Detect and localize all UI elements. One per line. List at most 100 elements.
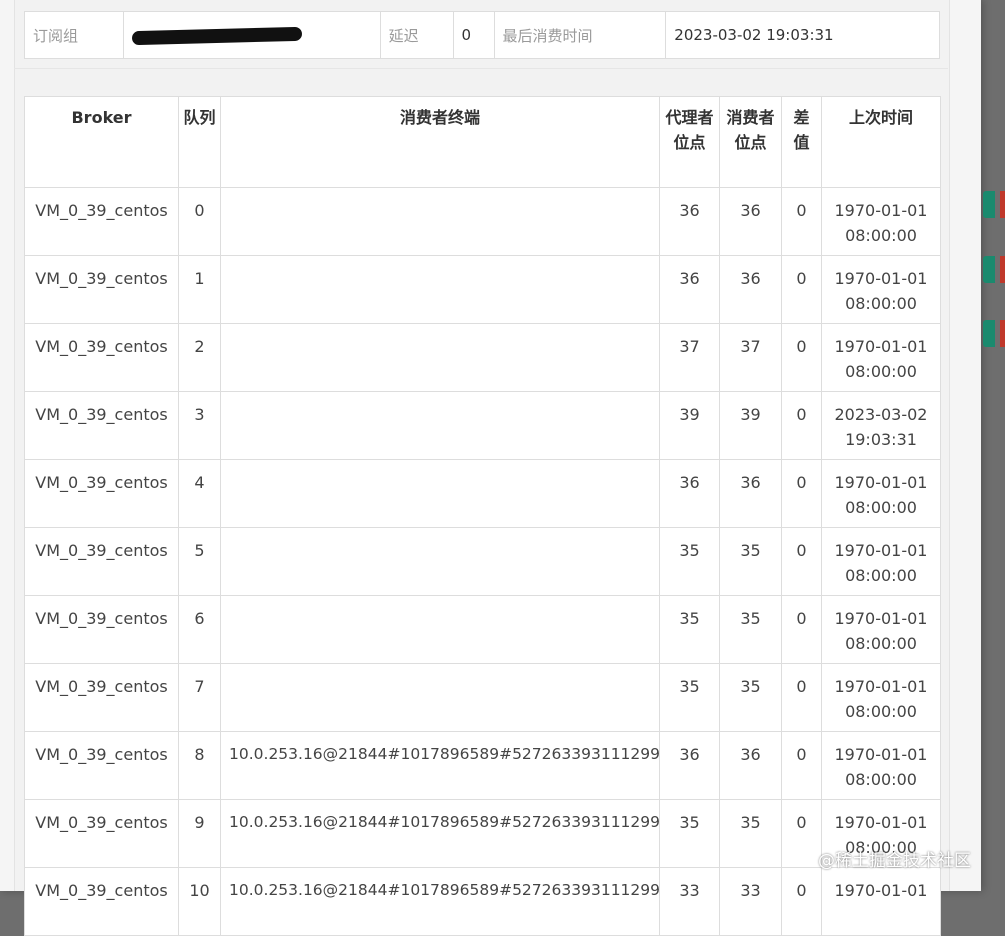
last-time-cell: 1970-01-01 08:00:00 [821,459,941,528]
consumer-offset-cell: 36 [719,731,782,800]
table-row: VM_0_39_centos 6 35 35 0 1970-01-01 08:00:00 [24,595,941,664]
broker-cell: VM_0_39_centos [24,255,179,324]
broker-cell: VM_0_39_centos [24,731,179,800]
queue-cell: 4 [178,459,221,528]
consumer-client-cell: 10.0.253.16@21844#1017896589#52726339311… [220,867,660,936]
table-header-row: Broker 队列 消费者终端 代理者位点 消费者位点 差值 上次时间 [24,96,941,188]
table-row: VM_0_39_centos 7 35 35 0 1970-01-01 08:00:00 [24,663,941,732]
header-queue: 队列 [178,96,221,188]
last-time-cell: 1970-01-01 08:00:00 [821,663,941,732]
queue-cell: 0 [178,187,221,256]
edge-action-button[interactable] [983,320,995,347]
diff-cell: 0 [781,255,822,324]
edge-delete-button[interactable] [1000,320,1005,347]
broker-cell: VM_0_39_centos [24,663,179,732]
diff-cell: 0 [781,799,822,868]
table-row: VM_0_39_centos 9 10.0.253.16@21844#1017896… [24,799,941,868]
edge-delete-button[interactable] [1000,191,1005,218]
delay-value: 0 [452,11,495,59]
consumer-offset-cell: 39 [719,391,782,460]
broker-offset-cell: 36 [659,187,720,256]
diff-cell: 0 [781,187,822,256]
subscription-info-row: 订阅组 延迟 0 最后消费时间 2023-03-02 19:03:31 [24,11,940,59]
header-consumer-offset: 消费者位点 [719,96,782,188]
table-row: VM_0_39_centos 4 36 36 0 1970-01-01 08:00:00 [24,459,941,528]
consumer-offset-cell: 35 [719,663,782,732]
diff-cell: 0 [781,527,822,596]
broker-cell: VM_0_39_centos [24,867,179,936]
consumer-client-cell [220,595,660,664]
diff-cell: 0 [781,323,822,392]
broker-offset-cell: 33 [659,867,720,936]
queue-cell: 5 [178,527,221,596]
broker-offset-cell: 39 [659,391,720,460]
diff-cell: 0 [781,391,822,460]
broker-offset-cell: 36 [659,459,720,528]
header-broker-offset: 代理者位点 [659,96,720,188]
broker-offset-cell: 35 [659,595,720,664]
queue-cell: 9 [178,799,221,868]
broker-offset-cell: 37 [659,323,720,392]
last-time-cell: 1970-01-01 08:00:00 [821,187,941,256]
table-row: VM_0_39_centos 10 10.0.253.16@21844#101789… [24,867,941,936]
queue-cell: 1 [178,255,221,324]
last-consume-value: 2023-03-02 19:03:31 [665,11,940,59]
broker-cell: VM_0_39_centos [24,391,179,460]
diff-cell: 0 [781,663,822,732]
consumer-client-cell: 10.0.253.16@21844#1017896589#52726339311… [220,799,660,868]
edge-action-button[interactable] [983,256,995,283]
delay-label: 延迟 [379,11,454,59]
broker-offset-cell: 35 [659,799,720,868]
consumer-client-cell [220,391,660,460]
broker-cell: VM_0_39_centos [24,459,179,528]
table-row: VM_0_39_centos 0 36 36 0 1970-01-01 08:00:00 [24,187,941,256]
last-consume-label: 最后消费时间 [493,11,667,59]
table-row: VM_0_39_centos 5 35 35 0 1970-01-01 08:00:00 [24,527,941,596]
consumer-client-cell [220,459,660,528]
queue-cell: 6 [178,595,221,664]
queue-cell: 8 [178,731,221,800]
consumer-offset-cell: 35 [719,527,782,596]
broker-cell: VM_0_39_centos [24,187,179,256]
table-row: VM_0_39_centos 8 10.0.253.16@21844#1017896… [24,731,941,800]
broker-offset-cell: 35 [659,663,720,732]
header-consumer-client: 消费者终端 [220,96,660,188]
last-time-cell: 1970-01-01 08:00:00 [821,255,941,324]
edge-delete-button[interactable] [1000,256,1005,283]
consumer-offset-cell: 36 [719,459,782,528]
table-row: VM_0_39_centos 3 39 39 0 2023-03-02 19:03:31 [24,391,941,460]
subscription-info-table: 订阅组 延迟 0 最后消费时间 2023-03-02 19:03:31 [24,11,940,59]
section-divider [14,68,948,69]
consumer-client-cell [220,255,660,324]
consumer-offset-cell: 35 [719,799,782,868]
queue-cell: 7 [178,663,221,732]
group-label: 订阅组 [24,11,124,59]
edge-action-button[interactable] [983,191,995,218]
queue-cell: 2 [178,323,221,392]
consumer-client-cell [220,663,660,732]
redaction-mark [131,26,303,45]
broker-offset-cell: 36 [659,255,720,324]
broker-offset-cell: 35 [659,527,720,596]
last-time-cell: 1970-01-01 08:00:00 [821,527,941,596]
consumer-offset-cell: 37 [719,323,782,392]
diff-cell: 0 [781,867,822,936]
last-time-cell: 2023-03-02 19:03:31 [821,391,941,460]
consumer-offset-cell: 36 [719,187,782,256]
consumer-client-cell [220,527,660,596]
broker-cell: VM_0_39_centos [24,799,179,868]
last-time-cell: 1970-01-01 08:00:00 [821,731,941,800]
table-row: VM_0_39_centos 2 37 37 0 1970-01-01 08:00:00 [24,323,941,392]
header-diff: 差值 [781,96,822,188]
queue-offset-table: Broker 队列 消费者终端 代理者位点 消费者位点 差值 上次时间 VM_0… [24,96,941,936]
broker-cell: VM_0_39_centos [24,595,179,664]
broker-cell: VM_0_39_centos [24,323,179,392]
consumer-offset-cell: 33 [719,867,782,936]
last-time-cell: 1970-01-01 08:00:00 [821,323,941,392]
consumer-offset-cell: 36 [719,255,782,324]
queue-cell: 3 [178,391,221,460]
consumer-client-cell [220,323,660,392]
consumer-offset-cell: 35 [719,595,782,664]
group-value-redacted [122,11,381,59]
header-last-time: 上次时间 [821,96,941,188]
